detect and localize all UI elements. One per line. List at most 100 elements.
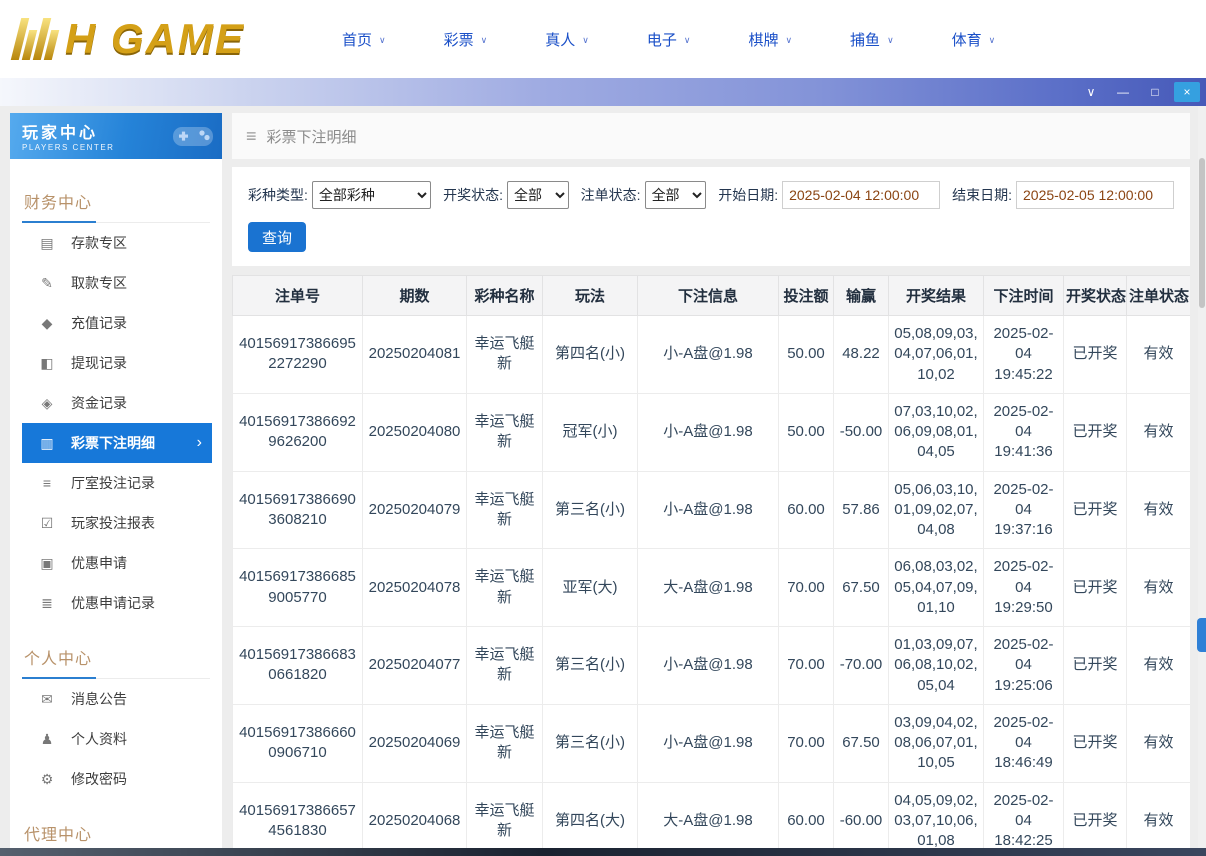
sidebar-item-withdrawal-records[interactable]: ◧ 提现记录 xyxy=(10,343,222,383)
draw-status-select[interactable]: 全部 xyxy=(507,181,569,209)
table-cell: 有效 xyxy=(1127,471,1191,549)
table-cell: 70.00 xyxy=(779,704,834,782)
scrollbar-thumb[interactable] xyxy=(1199,158,1205,308)
sidebar-item-player-bet-report[interactable]: ☑玩家投注报表 xyxy=(10,503,222,543)
withdrawal-records-icon: ◧ xyxy=(38,355,56,372)
filter-row: 彩种类型: 全部彩种 开奖状态: 全部 注单状态: 全部 开始日期: 结束日期: xyxy=(248,181,1174,209)
table-cell: 20250204079 xyxy=(363,471,467,549)
recharge-records-icon: ◆ xyxy=(38,315,56,332)
table-cell: 05,08,09,03,04,07,06,01,10,02 xyxy=(889,316,984,394)
column-header: 玩法 xyxy=(543,276,638,316)
nav-item-label: 彩票 xyxy=(444,29,474,50)
nav-item-chess[interactable]: 棋牌∨ xyxy=(748,29,792,50)
sidebar-item-promo-apply[interactable]: ▣优惠申请 xyxy=(10,543,222,583)
table-cell: 401569173866574561830 xyxy=(233,782,363,848)
logo-bars-icon xyxy=(11,18,62,60)
deposit-card-icon: ▤ xyxy=(38,235,56,252)
table-cell: 2025-02-04 18:42:25 xyxy=(984,782,1064,848)
table-cell: 70.00 xyxy=(779,627,834,705)
bets-table: 注单号期数彩种名称玩法下注信息投注额输赢开奖结果下注时间开奖状态注单状态 401… xyxy=(232,275,1190,848)
sidebar-item-change-password[interactable]: ⚙ 修改密码 xyxy=(10,759,222,799)
column-header: 输赢 xyxy=(834,276,889,316)
table-cell: 第三名(小) xyxy=(543,704,638,782)
table-cell: 有效 xyxy=(1127,627,1191,705)
sidebar-item-label: 提现记录 xyxy=(71,353,127,373)
table-cell: 幸运飞艇新 xyxy=(467,393,543,471)
end-date-input[interactable] xyxy=(1016,181,1174,209)
sidebar-item-label: 修改密码 xyxy=(71,769,127,789)
promo-apply-records-icon: ≣ xyxy=(38,595,56,612)
table-cell: 07,03,10,02,06,09,08,01,04,05 xyxy=(889,393,984,471)
table-cell: 2025-02-04 19:29:50 xyxy=(984,549,1064,627)
sidebar-item-promo-apply-records[interactable]: ≣优惠申请记录 xyxy=(10,583,222,623)
sidebar-item-withdraw-zone[interactable]: ✎取款专区 xyxy=(10,263,222,303)
table-cell: 已开奖 xyxy=(1064,549,1127,627)
main-area: ≡ 彩票下注明细 彩种类型: 全部彩种 开奖状态: 全部 注单状态: 全部 开始… xyxy=(232,113,1198,848)
chevron-down-icon: ∨ xyxy=(582,35,589,46)
floating-side-tab[interactable] xyxy=(1197,618,1206,652)
chevron-right-icon: › xyxy=(197,434,202,452)
lottery-type-select[interactable]: 全部彩种 xyxy=(312,181,431,209)
table-cell: 小-A盘@1.98 xyxy=(638,471,779,549)
table-cell: 20250204069 xyxy=(363,704,467,782)
sidebar-item-profile[interactable]: ♟个人资料 xyxy=(10,719,222,759)
table-cell: 有效 xyxy=(1127,316,1191,394)
sidebar-item-lottery-bet-details[interactable]: ▥彩票下注明细› xyxy=(22,423,212,463)
sidebar-item-recharge-records[interactable]: ◆充值记录 xyxy=(10,303,222,343)
table-row: 40156917386660090671020250204069幸运飞艇新第三名… xyxy=(233,704,1191,782)
search-button[interactable]: 查询 xyxy=(248,222,306,252)
nav-item-fishing[interactable]: 捕鱼∨ xyxy=(850,29,894,50)
table-cell: 401569173866903608210 xyxy=(233,471,363,549)
maximize-button[interactable]: □ xyxy=(1142,82,1168,102)
window-titlebar: ∨ — □ × xyxy=(0,78,1206,106)
table-cell: 幸运飞艇新 xyxy=(467,704,543,782)
sidebar-item-label: 优惠申请 xyxy=(71,553,127,573)
table-cell: 小-A盘@1.98 xyxy=(638,704,779,782)
nav-item-live[interactable]: 真人∨ xyxy=(545,29,589,50)
sidebar-item-hall-bet-records[interactable]: ≡ 厅室投注记录 xyxy=(10,463,222,503)
hall-bet-records-icon: ≡ xyxy=(38,475,56,491)
order-status-select[interactable]: 全部 xyxy=(645,181,707,209)
table-cell: -50.00 xyxy=(834,393,889,471)
table-cell: 20250204080 xyxy=(363,393,467,471)
table-row: 40156917386690360821020250204079幸运飞艇新第三名… xyxy=(233,471,1191,549)
nav-item-slots[interactable]: 电子∨ xyxy=(647,29,691,50)
table-cell: 幸运飞艇新 xyxy=(467,782,543,848)
table-cell: 401569173866929626200 xyxy=(233,393,363,471)
menu-toggle-icon[interactable]: ≡ xyxy=(246,126,257,147)
table-cell: -60.00 xyxy=(834,782,889,848)
table-cell: 大-A盘@1.98 xyxy=(638,549,779,627)
table-cell: 03,09,04,02,08,06,07,01,10,05 xyxy=(889,704,984,782)
lottery-bet-details-icon: ▥ xyxy=(38,435,56,452)
start-date-input[interactable] xyxy=(782,181,940,209)
funds-records-icon: ◈ xyxy=(38,395,56,412)
brand-logo[interactable]: H GAME xyxy=(16,15,288,63)
window-bottom-edge xyxy=(0,848,1206,856)
nav-item-lottery[interactable]: 彩票∨ xyxy=(444,29,488,50)
titlebar-chevron-icon[interactable]: ∨ xyxy=(1078,82,1104,102)
table-cell: 第四名(大) xyxy=(543,782,638,848)
nav-item-label: 捕鱼 xyxy=(850,29,880,50)
chevron-down-icon: ∨ xyxy=(785,35,792,46)
sidebar-item-label: 取款专区 xyxy=(71,273,127,293)
vertical-scrollbar[interactable] xyxy=(1198,106,1206,848)
sidebar-item-deposit-zone[interactable]: ▤存款专区 xyxy=(10,223,222,263)
gear-icon: ⚙ xyxy=(38,771,56,788)
chevron-down-icon: ∨ xyxy=(989,35,996,46)
table-cell: 401569173866830661820 xyxy=(233,627,363,705)
nav-item-home[interactable]: 首页∨ xyxy=(342,29,386,50)
sidebar-item-funds-records[interactable]: ◈资金记录 xyxy=(10,383,222,423)
close-button[interactable]: × xyxy=(1174,82,1200,102)
sidebar-item-announcements[interactable]: ✉消息公告 xyxy=(10,679,222,719)
table-panel: 注单号期数彩种名称玩法下注信息投注额输赢开奖结果下注时间开奖状态注单状态 401… xyxy=(232,275,1190,848)
table-row: 40156917386695227229020250204081幸运飞艇新第四名… xyxy=(233,316,1191,394)
nav-item-sports[interactable]: 体育∨ xyxy=(952,29,996,50)
gamepad-icon xyxy=(170,119,216,158)
minimize-button[interactable]: — xyxy=(1110,82,1136,102)
sidebar-item-label: 厅室投注记录 xyxy=(71,473,155,493)
table-cell: 57.86 xyxy=(834,471,889,549)
column-header: 期数 xyxy=(363,276,467,316)
table-cell: 幸运飞艇新 xyxy=(467,471,543,549)
table-cell: 50.00 xyxy=(779,316,834,394)
table-cell: 2025-02-04 19:41:36 xyxy=(984,393,1064,471)
